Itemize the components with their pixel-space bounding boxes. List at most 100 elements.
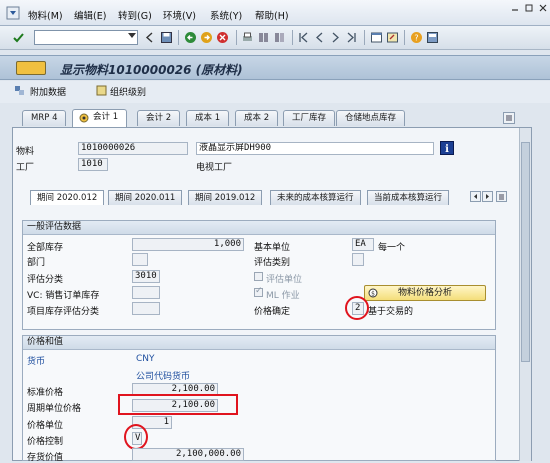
cancel-icon[interactable] [216,31,229,44]
company-code-currency-label: 公司代码货币 [136,372,191,382]
collapse-command-icon[interactable] [143,31,156,44]
division-field[interactable] [132,253,148,266]
close-window-icon[interactable] [538,3,548,13]
tab-storage-location-stock[interactable]: 仓储地点库存 [336,110,406,126]
scroll-thumb[interactable] [521,142,530,362]
prices-values-group: 价格和值 [22,335,496,461]
valuation-unit-checkbox[interactable] [254,272,263,281]
help-icon[interactable]: ? [410,31,423,44]
ml-active-checkbox[interactable] [254,286,263,297]
highlight-price-determination [345,296,369,320]
tab-costing1[interactable]: 成本 1 [186,110,230,126]
division-label: 部门 [27,258,46,268]
tab-accounting1[interactable]: 会计 1 [72,109,128,127]
command-field[interactable] [34,30,138,45]
shortcut-icon[interactable] [386,31,399,44]
customize-layout-icon[interactable] [426,31,439,44]
last-page-icon[interactable] [345,31,358,44]
tab-mrp4[interactable]: MRP 4 [22,110,67,126]
material-icon [16,61,46,75]
new-session-icon[interactable] [370,31,383,44]
vc-sales-order-stock-field[interactable] [132,286,160,299]
application-toolbar: 附加数据 组织级别 [0,81,550,103]
valuation-class-field[interactable]: 3010 [132,270,160,283]
price-determination-description: 基于交易的 [368,307,414,317]
svg-text:?: ? [414,34,418,43]
tab-period-2020-011[interactable]: 期间 2020.011 [108,190,183,205]
tab-period-2019-012[interactable]: 期间 2019.012 [188,190,263,205]
org-levels-button[interactable]: 组织级别 [110,85,146,98]
ml-active-label: ML 作业 [266,291,300,301]
menu-help[interactable]: 帮助(H) [255,8,289,22]
scroll-tabs-left-icon[interactable] [470,191,481,202]
price-control-label: 价格控制 [27,437,64,447]
material-field[interactable]: 1010000026 [78,142,188,155]
enter-check-icon[interactable] [12,31,25,44]
tab-future-costing-run[interactable]: 未来的成本核算运行 [270,190,361,205]
tab-accounting2[interactable]: 会计 2 [137,110,181,126]
valuation-category-field[interactable] [352,253,364,266]
tab-list-icon[interactable] [503,112,515,124]
base-unit-description: 每一个 [378,243,406,253]
currency-label: 货币 [27,357,46,367]
total-stock-field[interactable]: 1,000 [132,238,244,251]
menu-system[interactable]: 系统(Y) [210,8,242,22]
svg-text:i: i [445,144,449,155]
project-stock-class-field[interactable] [132,302,160,315]
price-analysis-icon: $ [368,288,378,298]
price-determination-label: 价格确定 [254,307,291,317]
additional-data-button[interactable]: 附加数据 [30,85,66,98]
save-icon[interactable] [160,31,173,44]
material-price-analysis-button[interactable]: $ 物料价格分析 [364,285,486,301]
tab-plant-stock[interactable]: 工厂库存 [283,110,336,126]
previous-page-icon[interactable] [313,31,326,44]
total-stock-label: 全部库存 [27,243,64,253]
find-next-icon[interactable] [273,31,286,44]
highlight-periodic-price [118,394,238,415]
valuation-unit-label: 评估单位 [266,275,303,285]
menu-goto[interactable]: 转到(G) [118,8,152,22]
base-unit-label: 基本单位 [254,243,291,253]
active-tab-icon [79,113,89,123]
standard-toolbar: ? [0,26,550,50]
menu-material[interactable]: 物料(M) [28,8,63,22]
period-tab-list-icon[interactable] [496,191,507,202]
highlight-price-control [124,424,148,450]
project-stock-class-label: 项目库存评估分类 [27,307,100,317]
tab-period-2020-012[interactable]: 期间 2020.012 [30,190,105,205]
menu-edit[interactable]: 编辑(E) [74,8,106,22]
vertical-scrollbar[interactable] [519,128,531,461]
standard-price-label: 标准价格 [27,388,64,398]
vc-sales-order-stock-label: VC: 销售订单库存 [27,291,100,301]
find-icon[interactable] [257,31,270,44]
base-unit-field[interactable]: EA [352,238,374,251]
org-levels-icon [96,85,107,96]
material-description[interactable]: 液晶显示屏DH900 [196,142,434,155]
command-dropdown-icon[interactable] [128,33,136,38]
tab-costing2[interactable]: 成本 2 [235,110,279,126]
exit-icon[interactable] [200,31,213,44]
plant-field[interactable]: 1010 [78,158,108,171]
menu-environment[interactable]: 环境(V) [163,8,196,22]
price-unit-label: 价格单位 [27,421,64,431]
currency-value: CNY [136,354,155,364]
minimize-icon[interactable] [510,3,520,13]
general-valuation-heading: 一般评估数据 [23,221,495,235]
restore-icon[interactable] [524,3,534,13]
page-title: 显示物料1010000026 (原材料) [60,63,243,77]
scroll-tabs-right-icon[interactable] [482,191,493,202]
next-page-icon[interactable] [329,31,342,44]
tab-current-costing-run[interactable]: 当前成本核算运行 [367,190,450,205]
prices-values-heading: 价格和值 [23,336,495,350]
back-icon[interactable] [184,31,197,44]
valuation-category-label: 评估类别 [254,258,291,268]
info-icon[interactable]: i [440,141,454,155]
sap-menu-icon[interactable] [6,6,20,20]
print-icon[interactable] [241,31,254,44]
valuation-class-label: 评估分类 [27,275,64,285]
menu-bar: 物料(M) 编辑(E) 转到(G) 环境(V) 系统(Y) 帮助(H) [0,0,550,26]
first-page-icon[interactable] [297,31,310,44]
inventory-value-field[interactable]: 2,100,000.00 [132,448,244,461]
material-label: 物料 [16,147,35,157]
periodic-unit-price-label: 周期单位价格 [27,404,82,414]
